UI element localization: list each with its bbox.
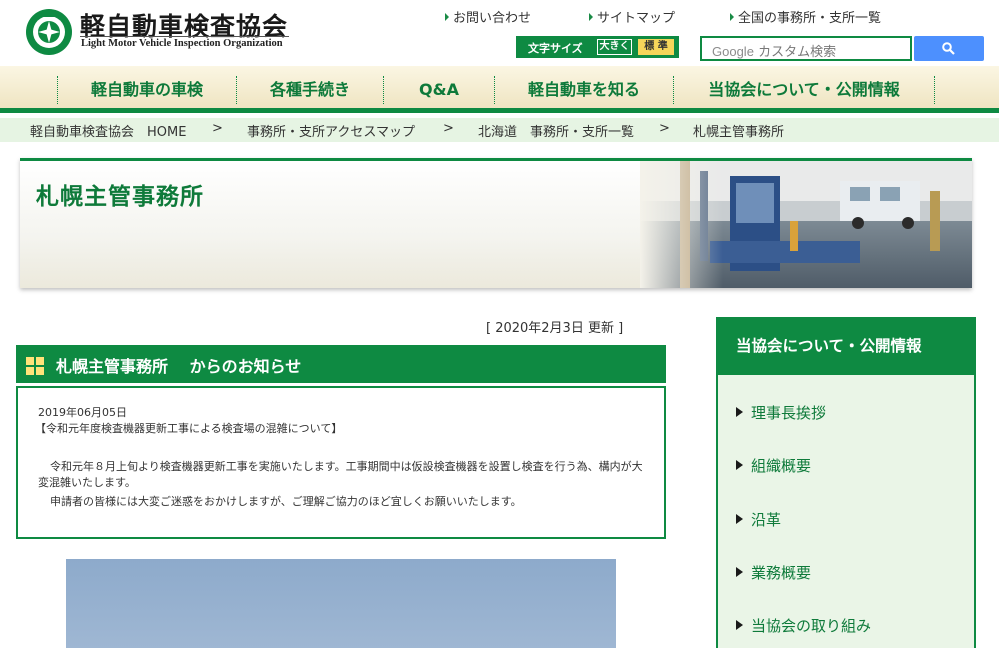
triangle-right-icon xyxy=(736,514,743,524)
sidebar-item-organization[interactable]: 組織概要 xyxy=(736,455,811,476)
sidebar-item-greeting[interactable]: 理事長挨拶 xyxy=(736,402,826,423)
search-input[interactable]: Google カスタム検索 xyxy=(700,36,912,61)
breadcrumb-separator: > xyxy=(659,121,670,136)
notice-date: 2019年06月05日 xyxy=(38,406,127,419)
page-banner: 札幌主管事務所 xyxy=(20,158,972,288)
triangle-right-icon xyxy=(736,620,743,630)
sidebar-item-label: 業務概要 xyxy=(751,564,812,582)
nav-item-qa[interactable]: Q&A xyxy=(384,66,494,108)
breadcrumb-home[interactable]: 軽自動車検査協会 HOME xyxy=(30,121,186,140)
office-list-link[interactable]: 全国の事務所・支所一覧 xyxy=(730,7,881,26)
arrow-right-icon xyxy=(589,13,593,21)
sidebar: 当協会について・公開情報 理事長挨拶 組織概要 沿革 業務概要 当協会の取り組み xyxy=(716,317,976,648)
breadcrumb-separator: > xyxy=(212,121,223,136)
font-size-large-button[interactable]: 大きく xyxy=(597,39,632,55)
sidebar-item-business[interactable]: 業務概要 xyxy=(736,562,811,583)
grid-squares-icon xyxy=(26,357,44,375)
sidebar-item-label: 当協会の取り組み xyxy=(751,617,872,635)
breadcrumb-current: 札幌主管事務所 xyxy=(693,125,785,140)
nav-divider xyxy=(934,76,935,104)
office-list-link-label: 全国の事務所・支所一覧 xyxy=(738,11,882,26)
notice-paragraph: 令和元年８月上旬より検査機器更新工事を実施いたします。工事期間中は仮設検査機器を… xyxy=(38,460,643,489)
sidebar-heading-text: 当協会について・公開情報 xyxy=(736,337,922,355)
sidebar-item-label: 組織概要 xyxy=(751,457,812,475)
triangle-right-icon xyxy=(736,567,743,577)
sidebar-item-label: 沿革 xyxy=(751,511,782,529)
notice-body: 2019年06月05日 【令和元年度検査機器更新工事による検査場の混雑について】… xyxy=(16,386,666,539)
logo-mark-icon[interactable] xyxy=(25,8,73,56)
contact-link[interactable]: お問い合わせ xyxy=(445,7,531,26)
logo-subtitle: Light Motor Vehicle Inspection Organizat… xyxy=(81,38,283,49)
font-size-label: 文字サイズ xyxy=(528,42,583,55)
font-size-switcher: 文字サイズ 大きく 標 準 xyxy=(516,36,679,58)
nav-item-learn[interactable]: 軽自動車を知る xyxy=(495,66,673,108)
triangle-right-icon xyxy=(736,407,743,417)
breadcrumb: 軽自動車検査協会 HOME > 事務所・支所アクセスマップ > 北海道 事務所・… xyxy=(0,118,999,142)
notice-subject: 【令和元年度検査機器更新工事による検査場の混雑について】 xyxy=(35,422,343,435)
nav-item-about[interactable]: 当協会について・公開情報 xyxy=(674,66,934,108)
notice-paragraph: 申請者の皆様には大変ご迷惑をおかけしますが、ご理解ご協力のほど宜しくお願いいたし… xyxy=(50,495,522,508)
sitemap-link[interactable]: サイトマップ xyxy=(589,7,675,26)
office-photo xyxy=(66,559,616,648)
sidebar-item-label: 理事長挨拶 xyxy=(751,404,827,422)
arrow-right-icon xyxy=(445,13,449,21)
search-brand: Google xyxy=(712,44,754,59)
search-button[interactable] xyxy=(914,36,984,61)
inspection-hall-photo xyxy=(640,161,972,288)
font-size-standard-button[interactable]: 標 準 xyxy=(638,39,674,55)
sidebar-heading: 当協会について・公開情報 xyxy=(718,319,974,375)
breadcrumb-access-map[interactable]: 事務所・支所アクセスマップ xyxy=(247,121,415,140)
logo-divider xyxy=(80,36,289,37)
triangle-right-icon xyxy=(736,460,743,470)
nav-item-inspection[interactable]: 軽自動車の車検 xyxy=(58,66,236,108)
breadcrumb-separator: > xyxy=(443,121,454,136)
notice-heading: 札幌主管事務所 からのお知らせ xyxy=(16,345,666,383)
nav-item-procedures[interactable]: 各種手続き xyxy=(237,66,383,108)
sidebar-item-history[interactable]: 沿革 xyxy=(736,509,781,530)
updated-date: [ 2020年2月3日 更新 ] xyxy=(486,321,624,336)
sitemap-link-label: サイトマップ xyxy=(597,11,676,26)
search-placeholder-text: カスタム検索 xyxy=(758,45,837,60)
search-placeholder: Google カスタム検索 xyxy=(712,41,836,60)
notice-heading-text: 札幌主管事務所 からのお知らせ xyxy=(56,357,302,376)
contact-link-label: お問い合わせ xyxy=(453,11,532,26)
sidebar-item-initiatives[interactable]: 当協会の取り組み xyxy=(736,615,871,636)
site-header: 軽自動車検査協会 Light Motor Vehicle Inspection … xyxy=(0,0,999,66)
breadcrumb-hokkaido[interactable]: 北海道 事務所・支所一覧 xyxy=(478,121,634,140)
global-nav: 軽自動車の車検 各種手続き Q&A 軽自動車を知る 当協会について・公開情報 xyxy=(0,66,999,113)
page-title: 札幌主管事務所 xyxy=(36,184,204,210)
search-icon xyxy=(942,42,955,55)
arrow-right-icon xyxy=(730,13,734,21)
